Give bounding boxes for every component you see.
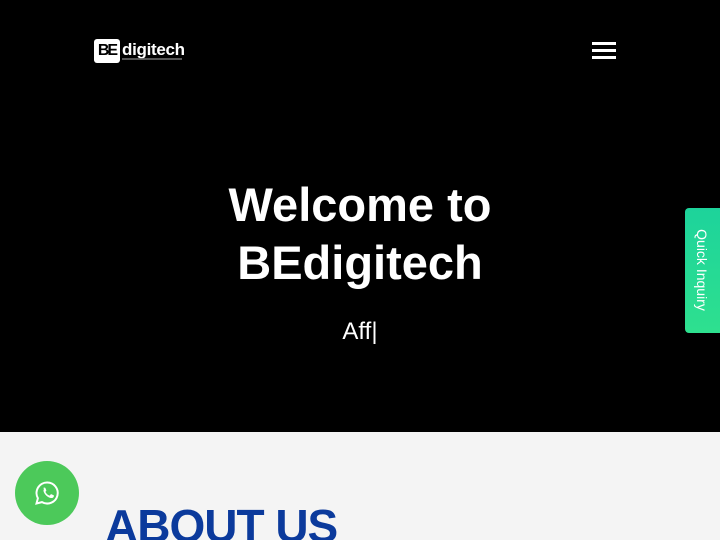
hero-title-line2: BEdigitech (237, 236, 483, 289)
hero-section: BE digitech Welcome to BEdigitech Aff| (0, 0, 720, 432)
quick-inquiry-tab[interactable]: Quick Inquiry (685, 208, 720, 333)
menu-bar-top (592, 42, 616, 45)
hero-title-line1: Welcome to (228, 178, 492, 231)
about-heading: ABOUT US (105, 500, 338, 540)
hamburger-menu-icon[interactable] (590, 40, 618, 60)
menu-bar-bottom (592, 56, 616, 59)
whatsapp-icon (35, 481, 59, 505)
whatsapp-button[interactable] (15, 461, 79, 525)
menu-bar-middle (592, 49, 616, 52)
about-section: ABOUT US (0, 432, 720, 540)
logo-tagline-line (122, 58, 182, 60)
hero-title: Welcome to BEdigitech (0, 176, 720, 292)
hero-typing-subtitle: Aff| (342, 318, 378, 345)
logo-mark: BE (94, 39, 120, 63)
logo-text: digitech (122, 40, 185, 59)
quick-inquiry-label: Quick Inquiry (694, 229, 710, 311)
brand-logo[interactable]: BE digitech (94, 38, 185, 64)
page: BE digitech Welcome to BEdigitech Aff| Q… (0, 0, 720, 540)
